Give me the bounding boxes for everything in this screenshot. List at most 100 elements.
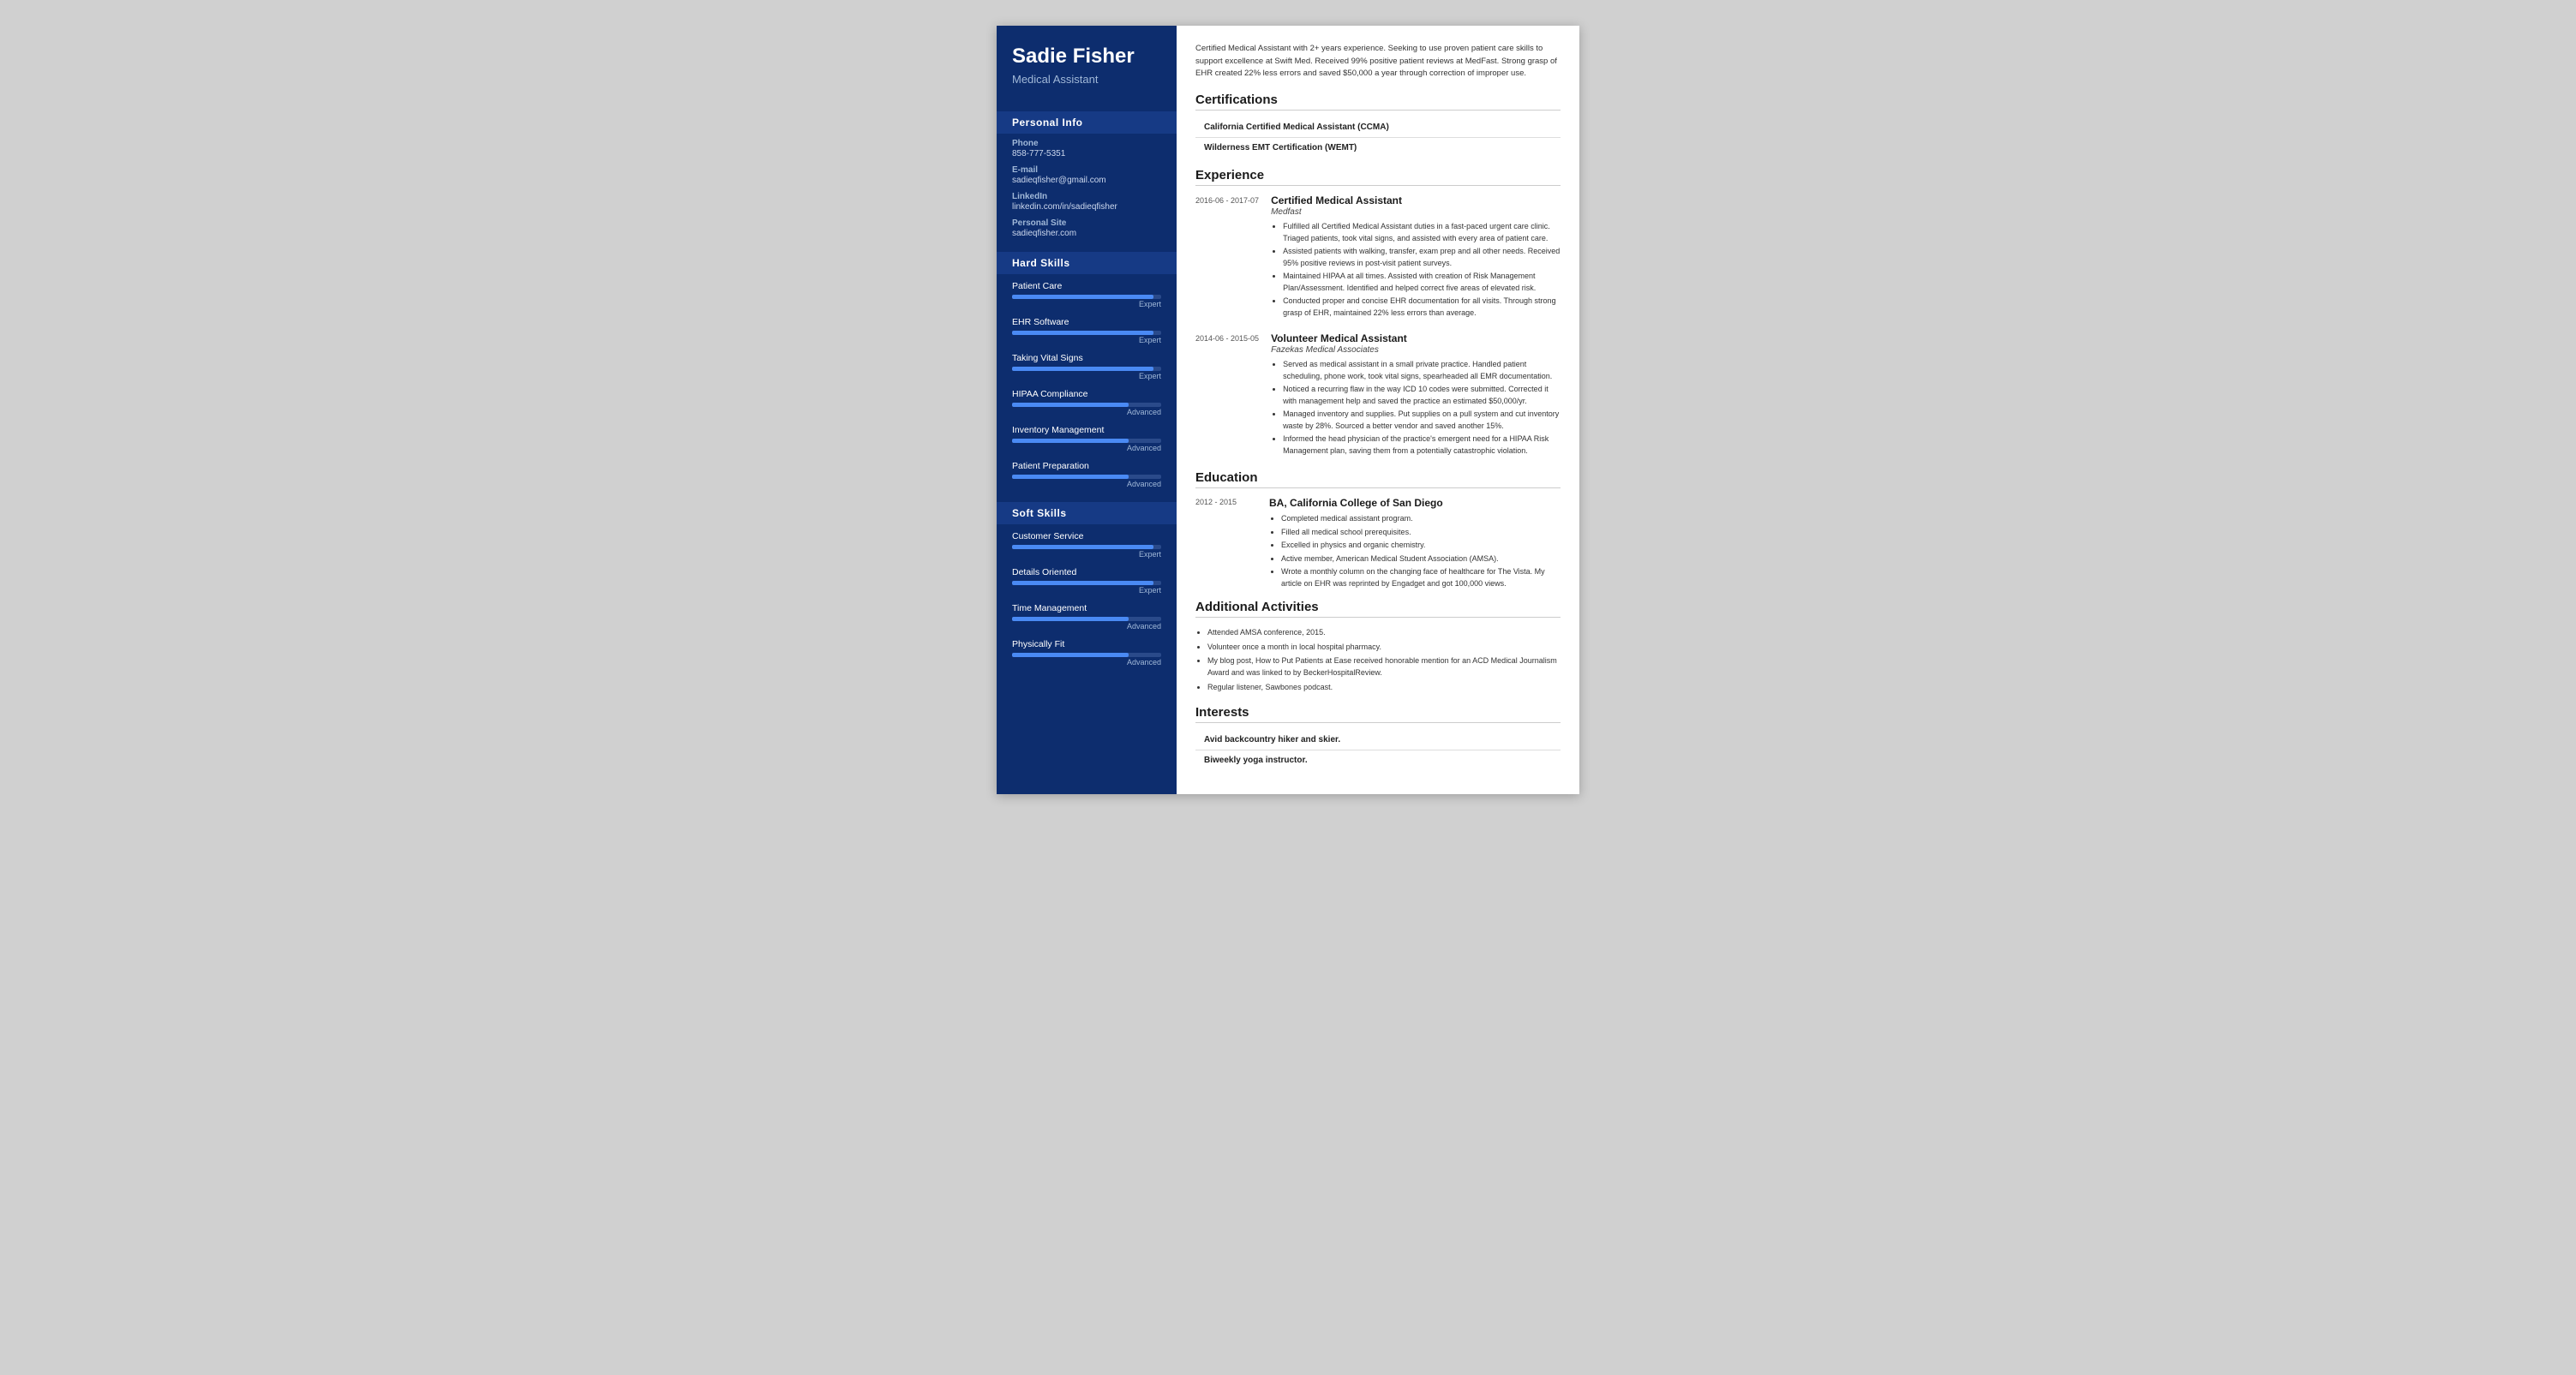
- skill-bar-fill: [1012, 295, 1153, 299]
- skill-level: Advanced: [1012, 444, 1161, 452]
- skill-bar-bg: [1012, 331, 1161, 335]
- main-content: Certified Medical Assistant with 2+ year…: [1177, 26, 1579, 794]
- soft-skill-item: Physically Fit Advanced: [997, 632, 1177, 668]
- exp-bullet: Fulfilled all Certified Medical Assistan…: [1283, 221, 1561, 244]
- site-item: Personal Site sadieqfisher.com: [997, 213, 1177, 240]
- candidate-title: Medical Assistant: [1012, 73, 1161, 86]
- cert-row: California Certified Medical Assistant (…: [1195, 119, 1561, 135]
- linkedin-label: LinkedIn: [1012, 192, 1161, 201]
- exp-bullet: Conducted proper and concise EHR documen…: [1283, 296, 1561, 319]
- skill-name: Customer Service: [1012, 531, 1161, 541]
- exp-content: Volunteer Medical Assistant Fazekas Medi…: [1271, 332, 1561, 458]
- skill-name: Time Management: [1012, 603, 1161, 613]
- cert-name: California Certified Medical Assistant (…: [1204, 123, 1389, 132]
- skill-bar-fill: [1012, 439, 1129, 443]
- experience-title: Experience: [1195, 168, 1561, 186]
- certifications-list: California Certified Medical Assistant (…: [1195, 119, 1561, 156]
- skill-level: Expert: [1012, 300, 1161, 308]
- sidebar: Sadie Fisher Medical Assistant Personal …: [997, 26, 1177, 794]
- activity-item: Attended AMSA conference, 2015.: [1207, 626, 1561, 638]
- activity-item: My blog post, How to Put Patients at Eas…: [1207, 655, 1561, 679]
- experience-list: 2016-06 - 2017-07 Certified Medical Assi…: [1195, 194, 1561, 458]
- skill-name: Details Oriented: [1012, 567, 1161, 577]
- skill-bar-fill: [1012, 331, 1153, 335]
- skill-bar-fill: [1012, 367, 1153, 371]
- skill-name: Inventory Management: [1012, 425, 1161, 435]
- skill-level: Advanced: [1012, 408, 1161, 416]
- skill-name: Patient Care: [1012, 281, 1161, 291]
- exp-bullet: Served as medical assistant in a small p…: [1283, 359, 1561, 382]
- edu-dates: 2012 - 2015: [1195, 497, 1257, 591]
- cert-divider: [1195, 137, 1561, 138]
- interests-list: Avid backcountry hiker and skier. Biweekl…: [1195, 732, 1561, 768]
- edu-bullets: Completed medical assistant program.Fill…: [1269, 513, 1561, 589]
- phone-label: Phone: [1012, 139, 1161, 148]
- skill-name: HIPAA Compliance: [1012, 389, 1161, 399]
- email-label: E-mail: [1012, 165, 1161, 175]
- exp-company: Medfast: [1271, 207, 1561, 217]
- hard-skill-item: Taking Vital Signs Expert: [997, 346, 1177, 382]
- hard-skill-item: EHR Software Expert: [997, 310, 1177, 346]
- site-value: sadieqfisher.com: [1012, 229, 1161, 238]
- soft-skill-item: Details Oriented Expert: [997, 560, 1177, 596]
- skill-level: Advanced: [1012, 658, 1161, 667]
- skill-bar-fill: [1012, 653, 1129, 657]
- skill-name: Physically Fit: [1012, 639, 1161, 649]
- candidate-name: Sadie Fisher: [1012, 45, 1161, 69]
- hard-skill-item: HIPAA Compliance Advanced: [997, 382, 1177, 418]
- interests-title: Interests: [1195, 705, 1561, 723]
- activity-item: Volunteer once a month in local hospital…: [1207, 641, 1561, 653]
- personal-info-section: Personal Info: [997, 111, 1177, 134]
- education-list: 2012 - 2015 BA, California College of Sa…: [1195, 497, 1561, 591]
- activities-list: Attended AMSA conference, 2015. Volunteer…: [1195, 626, 1561, 693]
- skill-name: Taking Vital Signs: [1012, 353, 1161, 363]
- skill-bar-fill: [1012, 403, 1129, 407]
- skill-name: EHR Software: [1012, 317, 1161, 327]
- education-title: Education: [1195, 470, 1561, 488]
- phone-value: 858-777-5351: [1012, 149, 1161, 158]
- skill-level: Advanced: [1012, 622, 1161, 631]
- skill-bar-fill: [1012, 475, 1129, 479]
- site-label: Personal Site: [1012, 218, 1161, 228]
- exp-bullet: Informed the head physician of the pract…: [1283, 433, 1561, 457]
- email-item: E-mail sadieqfisher@gmail.com: [997, 160, 1177, 187]
- interest-row: Avid backcountry hiker and skier.: [1195, 732, 1561, 748]
- skill-bar-bg: [1012, 581, 1161, 585]
- soft-skills-section: Soft Skills: [997, 502, 1177, 524]
- hard-skills-section: Hard Skills: [997, 252, 1177, 274]
- edu-content: BA, California College of San Diego Comp…: [1269, 497, 1561, 591]
- edu-bullet: Excelled in physics and organic chemistr…: [1281, 540, 1561, 552]
- skill-level: Expert: [1012, 336, 1161, 344]
- activities-title: Additional Activities: [1195, 600, 1561, 618]
- linkedin-value: linkedin.com/in/sadieqfisher: [1012, 202, 1161, 212]
- exp-bullet: Noticed a recurring flaw in the way ICD …: [1283, 384, 1561, 407]
- exp-bullet: Assisted patients with walking, transfer…: [1283, 246, 1561, 269]
- exp-job-title: Certified Medical Assistant: [1271, 194, 1561, 206]
- skill-bar-fill: [1012, 617, 1129, 621]
- skill-bar-bg: [1012, 475, 1161, 479]
- hard-skill-item: Patient Preparation Advanced: [997, 454, 1177, 490]
- edu-bullet: Filled all medical school prerequisites.: [1281, 527, 1561, 539]
- soft-skills-list: Customer Service Expert Details Oriented…: [997, 524, 1177, 668]
- skill-bar-bg: [1012, 653, 1161, 657]
- resume-wrapper: Sadie Fisher Medical Assistant Personal …: [997, 26, 1579, 794]
- skill-level: Expert: [1012, 372, 1161, 380]
- hard-skill-item: Patient Care Expert: [997, 274, 1177, 310]
- hard-skills-list: Patient Care Expert EHR Software Expert …: [997, 274, 1177, 490]
- soft-skill-item: Customer Service Expert: [997, 524, 1177, 560]
- exp-bullets: Served as medical assistant in a small p…: [1271, 359, 1561, 457]
- skill-name: Patient Preparation: [1012, 461, 1161, 471]
- exp-company: Fazekas Medical Associates: [1271, 345, 1561, 355]
- exp-dates: 2016-06 - 2017-07: [1195, 194, 1259, 320]
- exp-bullet: Maintained HIPAA at all times. Assisted …: [1283, 271, 1561, 294]
- interest-row: Biweekly yoga instructor.: [1195, 752, 1561, 768]
- hard-skill-item: Inventory Management Advanced: [997, 418, 1177, 454]
- skill-bar-bg: [1012, 545, 1161, 549]
- skill-level: Expert: [1012, 586, 1161, 595]
- exp-bullets: Fulfilled all Certified Medical Assistan…: [1271, 221, 1561, 319]
- skill-bar-bg: [1012, 367, 1161, 371]
- skill-bar-bg: [1012, 439, 1161, 443]
- edu-bullet: Wrote a monthly column on the changing f…: [1281, 566, 1561, 589]
- education-block: 2012 - 2015 BA, California College of Sa…: [1195, 497, 1561, 591]
- phone-item: Phone 858-777-5351: [997, 134, 1177, 160]
